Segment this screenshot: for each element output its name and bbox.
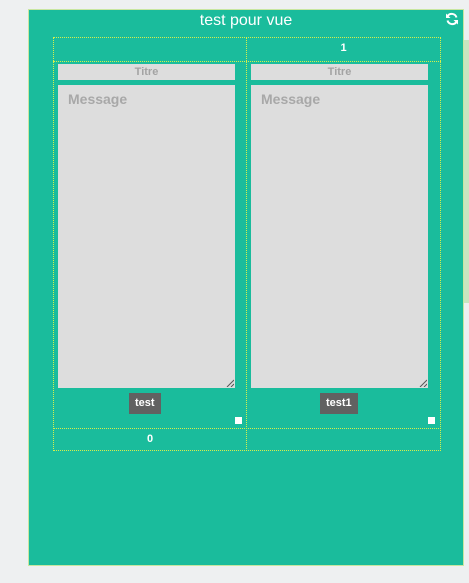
- scrollbar-track[interactable]: [464, 40, 469, 303]
- vote-panel: test pour vue 1 Titre Message test Titre…: [28, 9, 464, 566]
- column-index: 1: [340, 42, 347, 54]
- cell-handle[interactable]: [235, 417, 242, 424]
- grid-divider: [53, 428, 441, 429]
- message-placeholder: Message: [261, 91, 321, 107]
- resize-grip-icon[interactable]: [226, 379, 234, 387]
- titre-input[interactable]: Titre: [251, 64, 428, 80]
- refresh-icon[interactable]: [445, 12, 459, 26]
- row-index: 0: [146, 433, 154, 445]
- grid-divider: [53, 61, 441, 62]
- message-textarea[interactable]: Message: [251, 85, 428, 388]
- grid-divider: [246, 37, 247, 451]
- vote-button[interactable]: test1: [320, 393, 358, 414]
- titre-input[interactable]: Titre: [58, 64, 235, 80]
- resize-grip-icon[interactable]: [419, 379, 427, 387]
- cell-handle[interactable]: [428, 417, 435, 424]
- message-textarea[interactable]: Message: [58, 85, 235, 388]
- message-placeholder: Message: [68, 91, 128, 107]
- panel-title: test pour vue: [199, 12, 293, 29]
- vote-button[interactable]: test: [129, 393, 161, 414]
